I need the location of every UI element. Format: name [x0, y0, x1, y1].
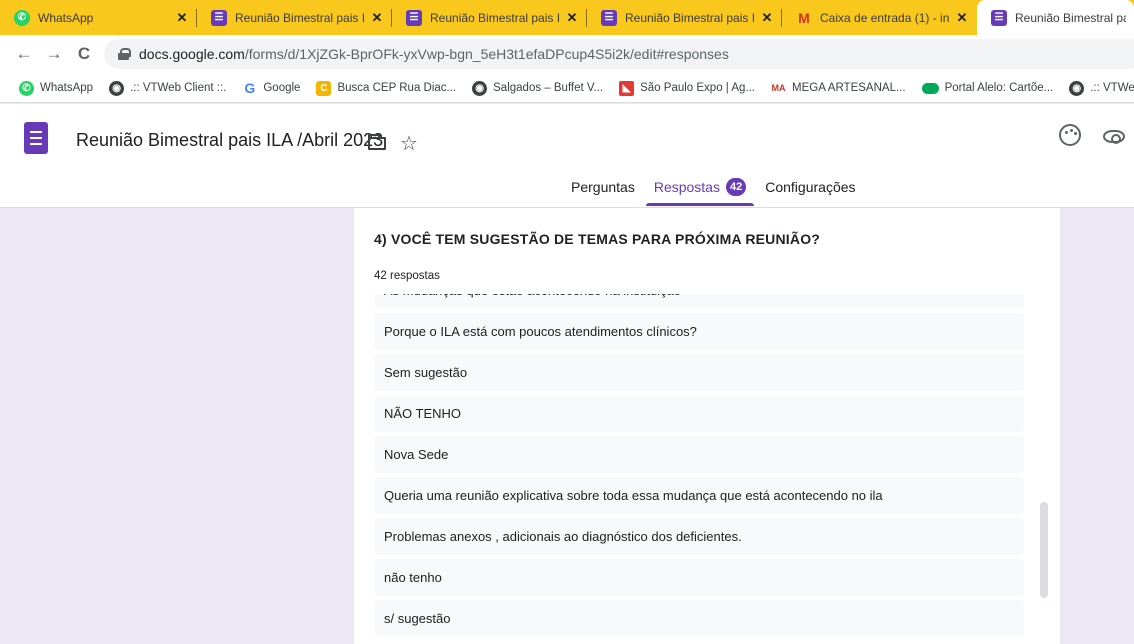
- reload-icon[interactable]: C: [74, 44, 94, 64]
- google-forms-icon: ☰: [211, 9, 227, 26]
- globe-icon: ◉: [1069, 80, 1085, 96]
- mega-artesanal-icon: MA: [771, 83, 786, 93]
- tab-label: Perguntas: [571, 179, 635, 195]
- bookmark-label: MEGA ARTESANAL...: [792, 82, 906, 94]
- response-list[interactable]: As mudanças que estão acontecendo na ins…: [374, 294, 1024, 644]
- response-count: 42 respostas: [374, 270, 440, 282]
- bookmark-google[interactable]: G Google: [242, 80, 301, 96]
- tab-title: Caixa de entrada (1) - instit: [820, 10, 949, 25]
- response-item: s/ sugestão: [374, 600, 1024, 637]
- bookmark-label: Google: [263, 82, 301, 94]
- bookmark-label: Salgados – Buffet V...: [493, 82, 604, 94]
- browser-tab-strip: ✆ WhatsApp ✕ ☰ Reunião Bimestral pais IL…: [0, 0, 1134, 35]
- bookmarks-bar: ✆ WhatsApp ◉ .:: VTWeb Client ::. G Goog…: [0, 74, 1134, 103]
- bookmark-label: .:: VTWeb Client ::.: [130, 82, 227, 94]
- tab-settings[interactable]: Configurações: [765, 178, 855, 206]
- close-icon[interactable]: ✕: [370, 10, 384, 26]
- google-icon: G: [244, 80, 256, 96]
- bookmark-label: São Paulo Expo | Ag...: [640, 82, 755, 94]
- response-item: NÃO TENHO: [374, 395, 1024, 432]
- response-item: Queria uma reunião explicativa sobre tod…: [374, 477, 1024, 514]
- bookmark-whatsapp[interactable]: ✆ WhatsApp: [19, 80, 94, 96]
- form-title[interactable]: Reunião Bimestral pais ILA /Abril 2023: [76, 130, 383, 151]
- browser-tab-gmail[interactable]: M Caixa de entrada (1) - instit ✕: [782, 0, 977, 35]
- response-item: Porque o ILA está com poucos atendimento…: [374, 313, 1024, 350]
- browser-tab-form-active[interactable]: ☰ Reunião Bimestral pais IL: [977, 0, 1134, 35]
- bookmark-label: Busca CEP Rua Diac...: [337, 82, 457, 94]
- response-item: As mudanças que estão acontecendo na ins…: [374, 294, 1024, 309]
- bookmark-vtweb[interactable]: ◉ .:: VTWeb Client ::.: [109, 80, 227, 96]
- tab-title: Reunião Bimestral pais ILA: [625, 10, 754, 25]
- lock-icon: [118, 48, 131, 60]
- response-item: Sem sugestão: [374, 354, 1024, 391]
- close-icon[interactable]: ✕: [175, 10, 189, 26]
- bookmark-salgados[interactable]: ◉ Salgados – Buffet V...: [472, 80, 604, 96]
- bookmark-label: Portal Alelo: Cartõe...: [944, 82, 1054, 94]
- forward-icon[interactable]: →: [44, 44, 64, 64]
- bookmark-label: .:: VTWeb Client ::.: [1090, 82, 1134, 94]
- whatsapp-icon: ✆: [14, 9, 30, 26]
- bookmark-busca-cep[interactable]: C Busca CEP Rua Diac...: [316, 80, 457, 96]
- browser-tab-whatsapp[interactable]: ✆ WhatsApp ✕: [0, 0, 197, 35]
- tab-title: WhatsApp: [38, 10, 94, 25]
- palette-icon[interactable]: [1059, 124, 1081, 146]
- busca-cep-icon: C: [316, 80, 332, 96]
- url-path: /forms/d/1XjZGk-BprOFk-yxVwp-bgn_5eH3t1e…: [244, 46, 729, 62]
- forms-header: Reunião Bimestral pais ILA /Abril 2023 ☆…: [0, 104, 1134, 208]
- response-item: Nova Sede: [374, 436, 1024, 473]
- bookmark-sp-expo[interactable]: ◣ São Paulo Expo | Ag...: [619, 80, 755, 96]
- question-title: 4) VOCÊ TEM SUGESTÃO DE TEMAS PARA PRÓXI…: [374, 231, 821, 247]
- globe-icon: ◉: [472, 80, 488, 96]
- responses-count-badge: 42: [725, 178, 747, 196]
- browser-tab-form-3[interactable]: ☰ Reunião Bimestral pais ILA ✕: [587, 0, 782, 35]
- whatsapp-icon: ✆: [19, 80, 34, 96]
- tab-title: Reunião Bimestral pais ILA: [430, 10, 559, 25]
- response-item: não tenho: [374, 559, 1024, 596]
- browser-toolbar: ← → C docs.google.com/forms/d/1XjZGk-Bpr…: [0, 35, 1134, 74]
- bookmark-mega-artesanal[interactable]: MA MEGA ARTESANAL...: [771, 81, 906, 96]
- tab-questions[interactable]: Perguntas: [571, 178, 635, 206]
- tab-label: Respostas: [653, 179, 720, 195]
- star-icon[interactable]: ☆: [400, 131, 418, 156]
- gmail-icon: M: [798, 9, 810, 26]
- browser-tab-form-2[interactable]: ☰ Reunião Bimestral pais ILA ✕: [392, 0, 587, 35]
- response-item: Problemas anexos , adicionais ao diagnós…: [374, 518, 1024, 555]
- folder-icon[interactable]: [368, 134, 386, 150]
- google-forms-icon: ☰: [406, 9, 422, 26]
- tab-responses[interactable]: Respostas 42: [645, 178, 755, 206]
- google-forms-icon: ☰: [991, 9, 1007, 26]
- globe-icon: ◉: [109, 80, 125, 96]
- sp-expo-icon: ◣: [619, 80, 635, 96]
- bookmark-alelo[interactable]: Portal Alelo: Cartõe...: [921, 82, 1054, 94]
- url-host: docs.google.com: [139, 46, 245, 62]
- response-list-scrollbar[interactable]: [1040, 502, 1048, 598]
- tab-title: Reunião Bimestral pais ILA: [235, 10, 364, 25]
- tab-title: Reunião Bimestral pais IL: [1015, 10, 1126, 25]
- tab-label: Configurações: [765, 179, 856, 195]
- form-tabs: Perguntas Respostas 42 Configurações: [571, 178, 875, 206]
- google-forms-logo-icon[interactable]: [24, 122, 48, 154]
- bookmark-vtweb-2[interactable]: ◉ .:: VTWeb Client ::.: [1069, 80, 1134, 96]
- google-forms-icon: ☰: [601, 9, 617, 26]
- back-icon[interactable]: ←: [14, 44, 34, 64]
- browser-tab-form-1[interactable]: ☰ Reunião Bimestral pais ILA ✕: [197, 0, 392, 35]
- question-summary-card: 4) VOCÊ TEM SUGESTÃO DE TEMAS PARA PRÓXI…: [354, 208, 1060, 644]
- close-icon[interactable]: ✕: [760, 10, 774, 26]
- close-icon[interactable]: ✕: [955, 10, 969, 26]
- alelo-icon: [921, 82, 939, 94]
- bookmark-label: WhatsApp: [40, 82, 94, 94]
- close-icon[interactable]: ✕: [565, 10, 579, 26]
- address-bar[interactable]: docs.google.com/forms/d/1XjZGk-BprOFk-yx…: [104, 39, 1134, 69]
- preview-eye-icon[interactable]: [1103, 130, 1125, 144]
